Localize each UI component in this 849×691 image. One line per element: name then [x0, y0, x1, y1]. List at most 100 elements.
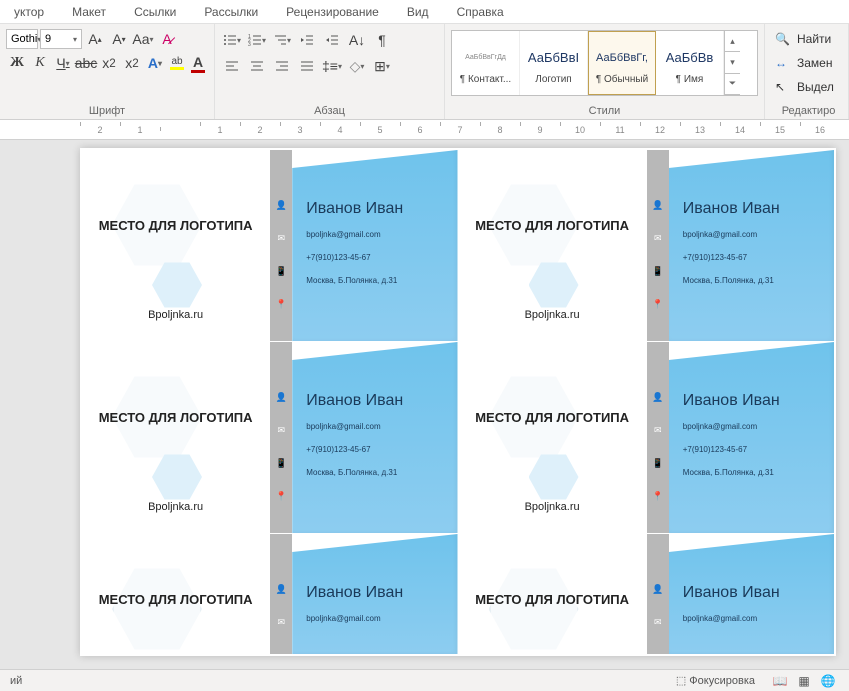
logo-placeholder-text: МЕСТО ДЛЯ ЛОГОТИПА	[99, 592, 253, 607]
font-color-button[interactable]: A	[188, 52, 208, 74]
gallery-up-icon[interactable]: ▴	[725, 31, 740, 52]
tab-view[interactable]: Вид	[393, 1, 443, 23]
style-normal[interactable]: АаБбВвГг, ¶ Обычный	[588, 31, 656, 95]
web-layout-icon[interactable]: 🌐	[817, 672, 839, 690]
font-name-combo[interactable]: Gothi ▾	[6, 29, 38, 49]
person-icon: 👤	[652, 392, 663, 403]
status-left: ий	[10, 675, 22, 687]
tab-mailings[interactable]: Рассылки	[190, 1, 272, 23]
card-url: Bpoljnka.ru	[148, 309, 203, 321]
style-preview: АаБбВвГг,	[596, 42, 648, 74]
pin-icon: 📍	[276, 299, 287, 310]
card-body: Иванов Иван bpoljnka@gmail.com +7(910)12…	[292, 342, 457, 533]
card-body: Иванов Иван bpoljnka@gmail.com +7(910)12…	[669, 342, 834, 533]
ruler-mark: 11	[600, 125, 640, 135]
tab-review[interactable]: Рецензирование	[272, 1, 393, 23]
decrease-font-icon[interactable]: A▾	[108, 28, 130, 50]
sort-button[interactable]: A↓	[346, 29, 368, 51]
business-card-front[interactable]: МЕСТО ДЛЯ ЛОГОТИПА Bpoljnka.ru	[82, 150, 269, 341]
gallery-scroll: ▴ ▾ ⏷	[724, 31, 740, 95]
page: МЕСТО ДЛЯ ЛОГОТИПА Bpoljnka.ru 👤 ✉ 📱 📍 И…	[80, 148, 836, 656]
tab-layout[interactable]: Макет	[58, 1, 120, 23]
find-button[interactable]: 🔍 Найти	[775, 28, 842, 50]
phone-icon: 📱	[652, 458, 663, 469]
card-icon-strip: 👤 ✉ 📱 📍	[270, 342, 292, 533]
tab-constructor[interactable]: уктор	[0, 1, 58, 23]
italic-button[interactable]: К	[29, 52, 51, 74]
show-marks-button[interactable]: ¶	[371, 29, 393, 51]
business-card-front[interactable]: МЕСТО ДЛЯ ЛОГОТИПА	[82, 534, 269, 654]
increase-font-icon[interactable]: A▴	[84, 28, 106, 50]
mail-icon: ✉	[654, 425, 662, 436]
person-icon: 👤	[652, 200, 663, 211]
gallery-down-icon[interactable]: ▾	[725, 52, 740, 73]
numbering-button[interactable]: 123▾	[246, 29, 268, 51]
ruler-mark: 9	[520, 125, 560, 135]
logo-placeholder-text: МЕСТО ДЛЯ ЛОГОТИПА	[99, 410, 253, 425]
phone-icon: 📱	[652, 266, 663, 277]
chevron-down-icon: ▾	[73, 35, 77, 44]
editing-group: 🔍 Найти ↔ Замен ↖ Выдел Редактиро	[765, 24, 849, 119]
business-card-front[interactable]: МЕСТО ДЛЯ ЛОГОТИПА	[459, 534, 646, 654]
style-name: Логотип	[535, 74, 571, 85]
style-logo[interactable]: АаБбВвІ Логотип	[520, 31, 588, 95]
superscript-button[interactable]: x2	[121, 52, 143, 74]
business-card-back[interactable]: 👤 ✉ 📱 📍 Иванов Иван bpoljnka@gmail.com +…	[647, 150, 834, 341]
read-mode-icon[interactable]: 📖	[769, 672, 791, 690]
card-email: bpoljnka@gmail.com	[306, 230, 443, 239]
ruler[interactable]: 2 1 1 2 3 4 5 6 7 8 9 10 11 12 13 14 15 …	[0, 120, 849, 140]
card-icon-strip: 👤 ✉ 📱 📍	[647, 150, 669, 341]
hexagon-icon	[529, 260, 579, 310]
find-label: Найти	[797, 32, 831, 46]
business-card-front[interactable]: МЕСТО ДЛЯ ЛОГОТИПА Bpoljnka.ru	[82, 342, 269, 533]
increase-indent-button[interactable]	[321, 29, 343, 51]
pin-icon: 📍	[276, 491, 287, 502]
ruler-mark: 2	[240, 125, 280, 135]
align-left-button[interactable]	[221, 55, 243, 77]
change-case-icon[interactable]: Aa▾	[132, 28, 154, 50]
styles-group: АаБбВвГгДд ¶ Контакт... АаБбВвІ Логотип …	[445, 24, 765, 119]
borders-button[interactable]: ⊞▾	[371, 55, 393, 77]
highlight-button[interactable]: ab	[167, 52, 187, 74]
business-card-back[interactable]: 👤 ✉ 📱 📍 Иванов Иван bpoljnka@gmail.com +…	[270, 342, 457, 533]
multilevel-button[interactable]: ▾	[271, 29, 293, 51]
style-name: ¶ Обычный	[596, 74, 648, 85]
document-area[interactable]: МЕСТО ДЛЯ ЛОГОТИПА Bpoljnka.ru 👤 ✉ 📱 📍 И…	[0, 140, 849, 670]
justify-button[interactable]	[296, 55, 318, 77]
bold-button[interactable]: Ж	[6, 52, 28, 74]
align-right-button[interactable]	[271, 55, 293, 77]
card-email: bpoljnka@gmail.com	[683, 230, 820, 239]
style-preview: АаБбВвІ	[528, 42, 579, 74]
replace-button[interactable]: ↔ Замен	[775, 52, 842, 74]
print-layout-icon[interactable]: ▦	[793, 672, 815, 690]
card-address: Москва, Б.Полянка, д.31	[306, 276, 443, 285]
subscript-button[interactable]: x2	[98, 52, 120, 74]
tab-links[interactable]: Ссылки	[120, 1, 190, 23]
mail-icon: ✉	[654, 233, 662, 244]
business-card-back[interactable]: 👤 ✉ Иванов Иван bpoljnka@gmail.com	[647, 534, 834, 654]
shading-button[interactable]: ◇▾	[346, 55, 368, 77]
tab-help[interactable]: Справка	[443, 1, 518, 23]
font-size-combo[interactable]: 9 ▾	[40, 29, 82, 49]
style-name: ¶ Имя	[676, 74, 704, 85]
style-name-style[interactable]: АаБбВв ¶ Имя	[656, 31, 724, 95]
style-contact[interactable]: АаБбВвГгДд ¶ Контакт...	[452, 31, 520, 95]
card-phone: +7(910)123-45-67	[683, 445, 820, 454]
underline-button[interactable]: Ч▾	[52, 52, 74, 74]
gallery-more-icon[interactable]: ⏷	[725, 74, 740, 95]
strike-button[interactable]: abc	[75, 52, 97, 74]
business-card-back[interactable]: 👤 ✉ Иванов Иван bpoljnka@gmail.com	[270, 534, 457, 654]
font-name-value: Gothi	[11, 33, 37, 45]
align-center-button[interactable]	[246, 55, 268, 77]
select-button[interactable]: ↖ Выдел	[775, 76, 842, 98]
business-card-front[interactable]: МЕСТО ДЛЯ ЛОГОТИПА Bpoljnka.ru	[459, 342, 646, 533]
decrease-indent-button[interactable]	[296, 29, 318, 51]
focus-mode-button[interactable]: ⬚ Фокусировка	[676, 674, 755, 687]
line-spacing-button[interactable]: ‡≡▾	[321, 55, 343, 77]
text-effects-button[interactable]: A▾	[144, 52, 166, 74]
clear-format-icon[interactable]: A̷	[156, 28, 178, 50]
business-card-back[interactable]: 👤 ✉ 📱 📍 Иванов Иван bpoljnka@gmail.com +…	[647, 342, 834, 533]
business-card-front[interactable]: МЕСТО ДЛЯ ЛОГОТИПА Bpoljnka.ru	[459, 150, 646, 341]
bullets-button[interactable]: ▾	[221, 29, 243, 51]
business-card-back[interactable]: 👤 ✉ 📱 📍 Иванов Иван bpoljnka@gmail.com +…	[270, 150, 457, 341]
